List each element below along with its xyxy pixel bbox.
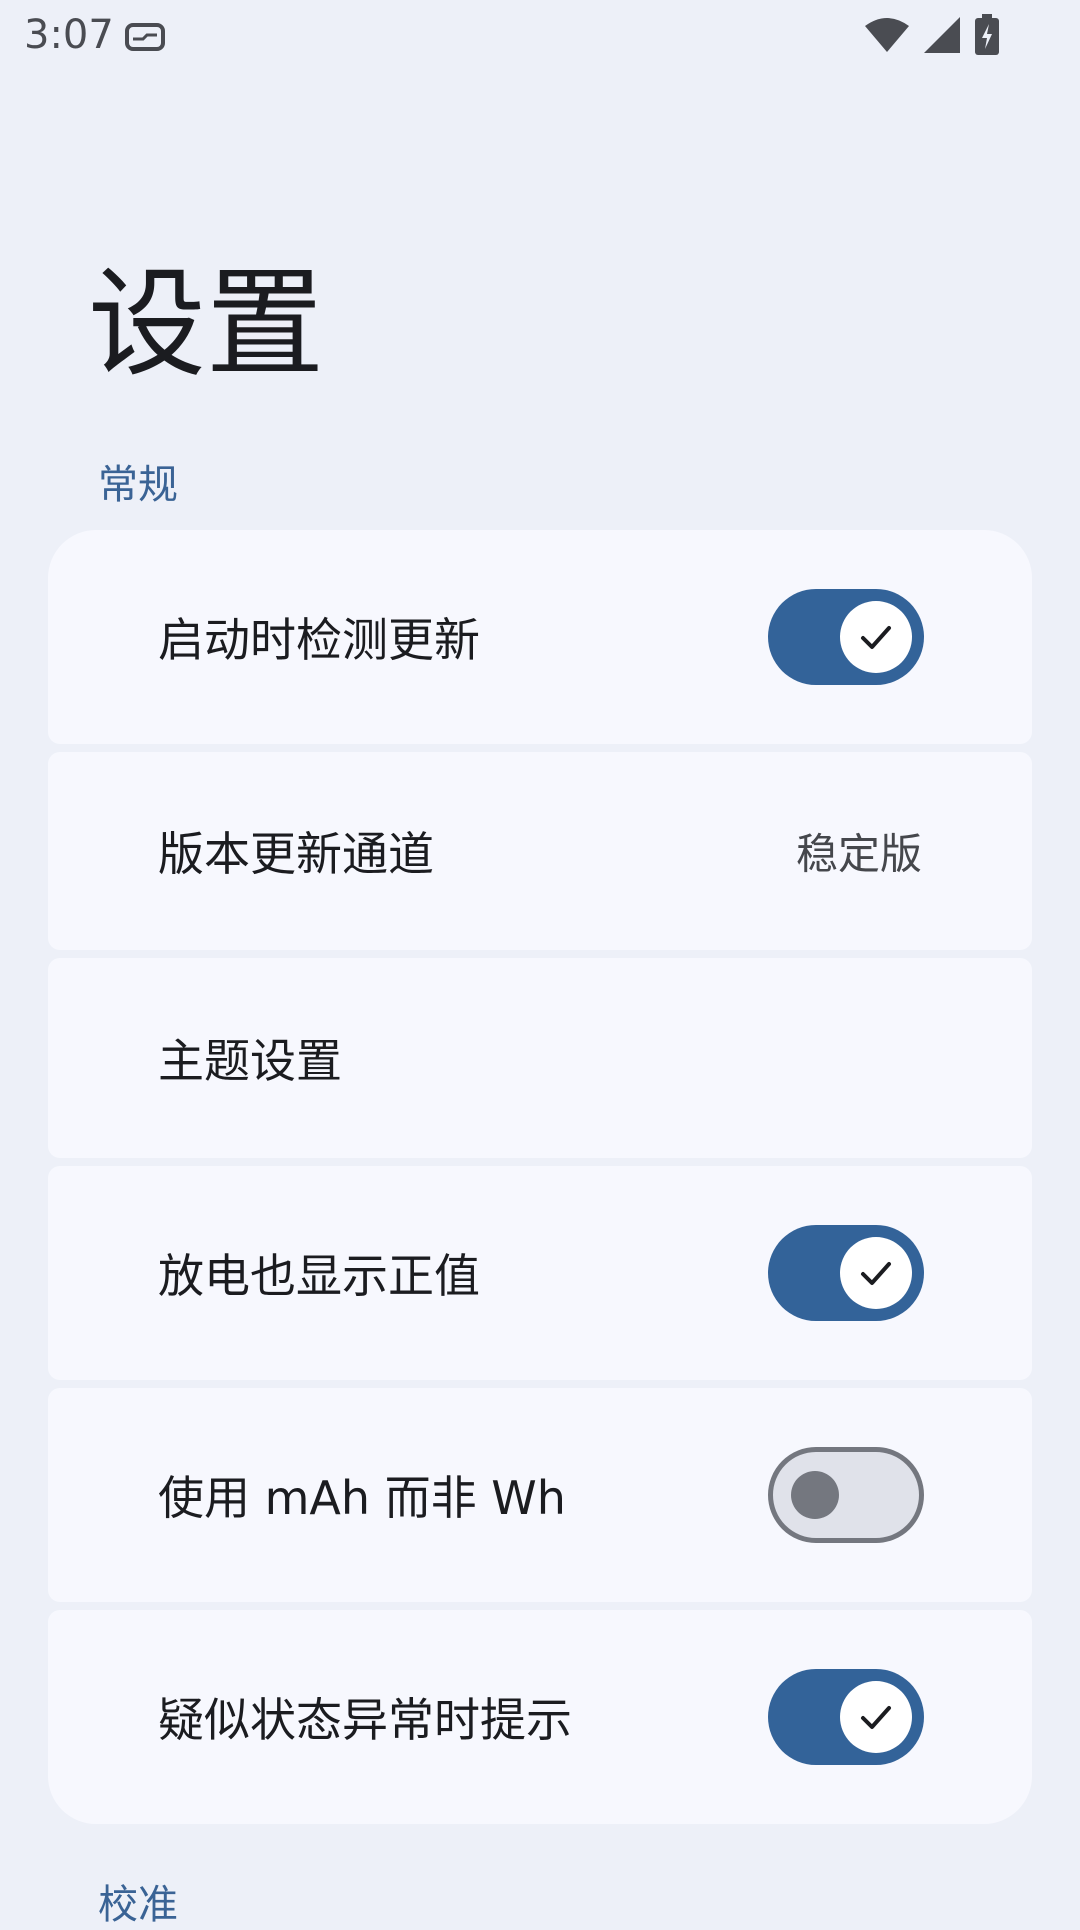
setting-update-channel[interactable]: 版本更新通道 稳定版: [48, 752, 1032, 950]
notification-card-icon: [124, 22, 166, 56]
abnormal-alert-switch[interactable]: [768, 1669, 924, 1765]
cell-signal-icon: [922, 15, 962, 59]
setting-discharge-positive[interactable]: 放电也显示正值: [48, 1166, 1032, 1380]
use-mah-switch[interactable]: [768, 1447, 924, 1543]
battery-charging-icon: [974, 14, 1000, 60]
setting-label: 放电也显示正值: [158, 1249, 480, 1303]
check-icon: [861, 626, 891, 649]
setting-label: 使用 mAh 而非 Wh: [158, 1471, 566, 1525]
switch-thumb: [840, 1681, 912, 1753]
page-title: 设置: [88, 255, 325, 393]
setting-theme[interactable]: 主题设置: [48, 958, 1032, 1158]
check-icon: [861, 1262, 891, 1285]
setting-label: 主题设置: [158, 1034, 342, 1088]
setting-check-update-on-start[interactable]: 启动时检测更新: [48, 530, 1032, 744]
switch-thumb: [791, 1471, 839, 1519]
section-header-general: 常规: [98, 462, 178, 508]
switch-thumb: [840, 1237, 912, 1309]
setting-value: 稳定版: [795, 829, 922, 879]
status-bar: 3:07: [0, 0, 1080, 76]
status-time: 3:07: [24, 12, 114, 58]
wifi-icon: [864, 16, 910, 58]
setting-label: 疑似状态异常时提示: [158, 1693, 572, 1747]
status-icons: [864, 14, 1000, 60]
setting-abnormal-alert[interactable]: 疑似状态异常时提示: [48, 1610, 1032, 1824]
check-icon: [861, 1706, 891, 1729]
check-update-switch[interactable]: [768, 589, 924, 685]
section-header-calibration: 校准: [98, 1882, 178, 1928]
setting-label: 启动时检测更新: [158, 613, 480, 667]
switch-thumb: [840, 601, 912, 673]
setting-label: 版本更新通道: [158, 827, 434, 881]
setting-use-mah[interactable]: 使用 mAh 而非 Wh: [48, 1388, 1032, 1602]
discharge-positive-switch[interactable]: [768, 1225, 924, 1321]
